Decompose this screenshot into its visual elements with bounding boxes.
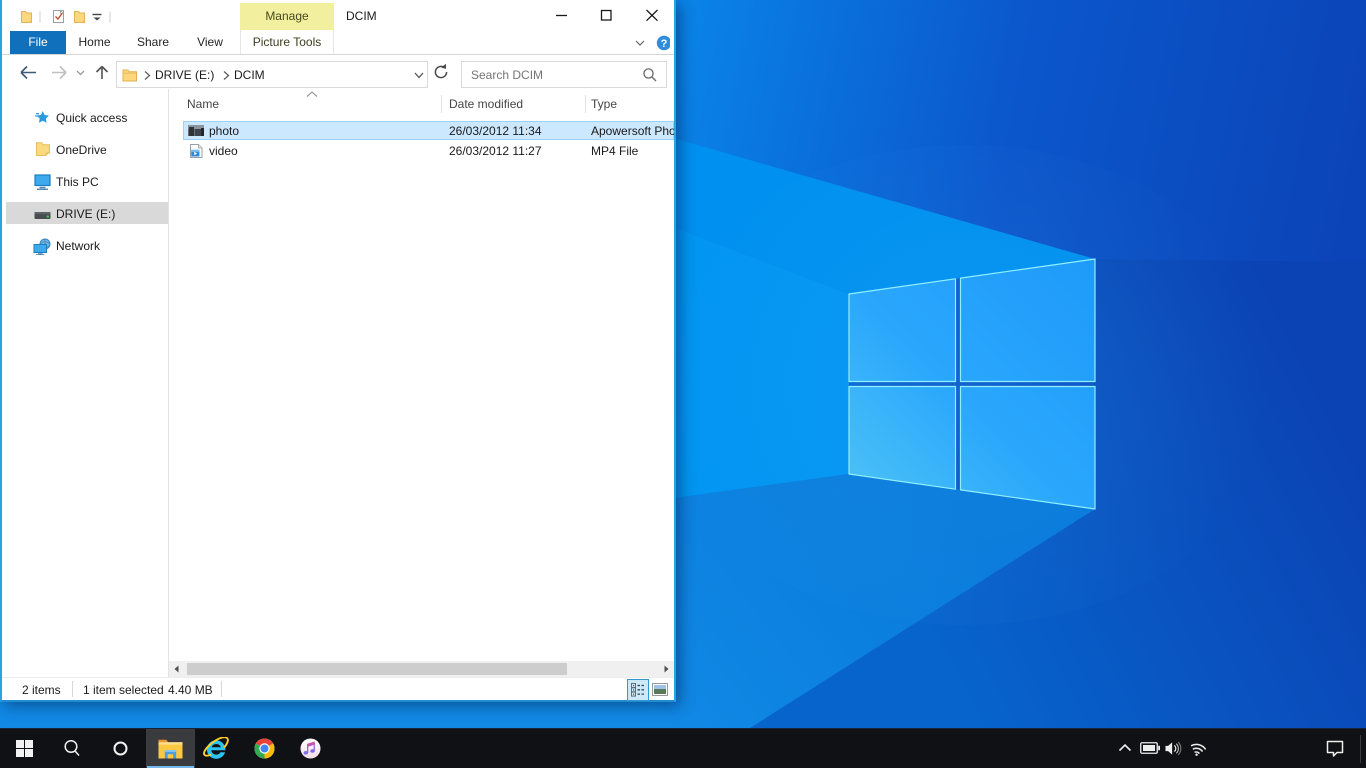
svg-text:?: ? [661,38,668,50]
